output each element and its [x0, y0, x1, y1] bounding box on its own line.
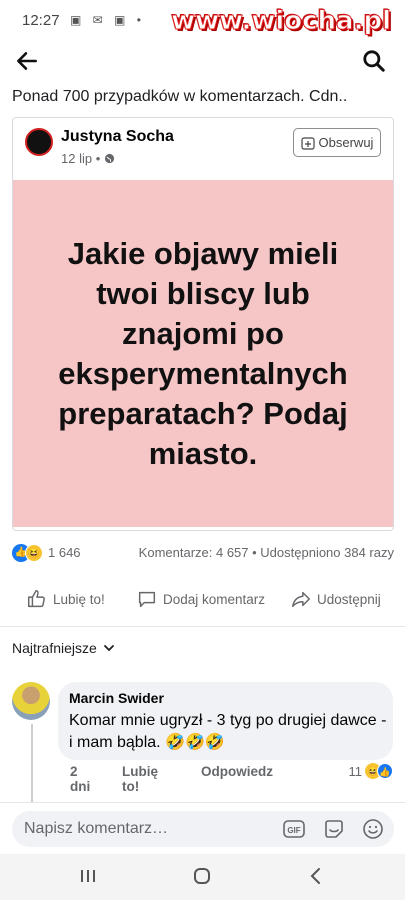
shared-post-card[interactable]: Justyna Socha 12 lip • Obserwuj Jakie ob…: [12, 117, 394, 531]
post-image[interactable]: Jakie objawy mieli twoi bliscy lub znajo…: [13, 180, 393, 527]
comment-reactions[interactable]: 11 😆 👍: [348, 763, 393, 779]
top-bar: [0, 40, 405, 84]
arrow-left-icon: [17, 52, 37, 70]
comment-like-button[interactable]: Lubię to!: [122, 764, 158, 794]
reaction-icons: 👍 😆: [12, 544, 46, 562]
home-button[interactable]: [190, 866, 214, 888]
comment-button[interactable]: Dodaj komentarz: [136, 584, 265, 614]
follow-label: Obserwuj: [318, 135, 374, 150]
chevron-left-icon: [310, 868, 320, 884]
recent-apps-button[interactable]: [76, 866, 100, 888]
author-avatar[interactable]: [25, 128, 53, 156]
status-bar: 12:27 ▣ ✉ ▣ • www.wiocha.pl: [0, 0, 405, 40]
emoji-icon: [363, 819, 383, 839]
like-button[interactable]: Lubię to!: [26, 584, 105, 614]
sticker-button[interactable]: [322, 817, 346, 841]
watermark-logo: www.wiocha.pl: [171, 6, 392, 37]
home-icon: [194, 868, 210, 884]
divider: [0, 626, 405, 627]
globe-icon: [104, 153, 114, 164]
comment-reaction-count: 11: [348, 763, 363, 779]
comment-sort-dropdown[interactable]: Najtrafniejsze: [12, 640, 115, 656]
comment-composer: Napisz komentarz… GIF: [0, 802, 405, 854]
comment-text: Komar mnie ugryzł - 3 tyg po drugiej daw…: [69, 712, 387, 751]
share-label: Udostępnij: [317, 591, 381, 607]
share-button[interactable]: Udostępnij: [290, 584, 381, 614]
comment-input[interactable]: Napisz komentarz… GIF: [12, 811, 394, 847]
follow-button[interactable]: Obserwuj: [293, 128, 381, 157]
reactions-row[interactable]: 👍 😆 1 646 Komentarze: 4 657 • Udostępnio…: [12, 543, 394, 563]
chevron-down-icon: [103, 645, 114, 652]
gif-label: GIF: [287, 826, 300, 835]
thumbs-up-icon: [28, 590, 45, 608]
comment-placeholder: Napisz komentarz…: [24, 820, 169, 837]
reactions-count[interactable]: 1 646: [48, 545, 81, 560]
sticker-icon: [325, 820, 343, 838]
haha-reaction-icon: 😆: [25, 544, 43, 562]
emoji-button[interactable]: [361, 817, 385, 841]
back-button[interactable]: [14, 48, 44, 78]
system-nav-bar: [0, 854, 405, 900]
thread-line: [31, 724, 33, 804]
comment-reply-button[interactable]: Odpowiedz: [201, 764, 273, 779]
search-icon: [363, 50, 385, 72]
share-caption: Ponad 700 przypadków w komentarzach. Cdn…: [12, 88, 348, 105]
like-reaction-icon: 👍: [377, 763, 393, 779]
share-arrow-icon: [292, 591, 310, 608]
status-time: 12:27: [22, 12, 60, 29]
comment-bubble-icon: [138, 591, 156, 608]
comments-shares-stats[interactable]: Komentarze: 4 657 • Udostępniono 384 raz…: [139, 545, 394, 560]
commenter-avatar[interactable]: [12, 682, 50, 720]
sort-label: Najtrafniejsze: [12, 640, 97, 656]
post-date: 12 lip •: [61, 151, 101, 166]
post-image-text: Jakie objawy mieli twoi bliscy lub znajo…: [58, 235, 348, 471]
gif-button[interactable]: GIF: [282, 817, 306, 841]
search-button[interactable]: [361, 48, 391, 78]
comment-label: Dodaj komentarz: [163, 591, 266, 607]
commenter-name[interactable]: Marcin Swider: [69, 690, 164, 706]
follow-plus-icon: [300, 136, 315, 150]
recent-apps-icon: [81, 870, 95, 882]
like-label: Lubię to!: [53, 591, 105, 607]
notification-icons: ▣ ✉ ▣ •: [70, 13, 145, 27]
post-actions: Lubię to! Dodaj komentarz Udostępnij: [12, 584, 394, 614]
author-name[interactable]: Justyna Socha: [61, 128, 174, 146]
system-back-button[interactable]: [304, 866, 328, 888]
comment-time[interactable]: 2 dni: [70, 764, 90, 794]
gif-icon: GIF: [283, 820, 305, 838]
post-meta: 12 lip •: [61, 151, 115, 166]
comment-bubble[interactable]: Marcin Swider Komar mnie ugryzł - 3 tyg …: [58, 682, 393, 760]
